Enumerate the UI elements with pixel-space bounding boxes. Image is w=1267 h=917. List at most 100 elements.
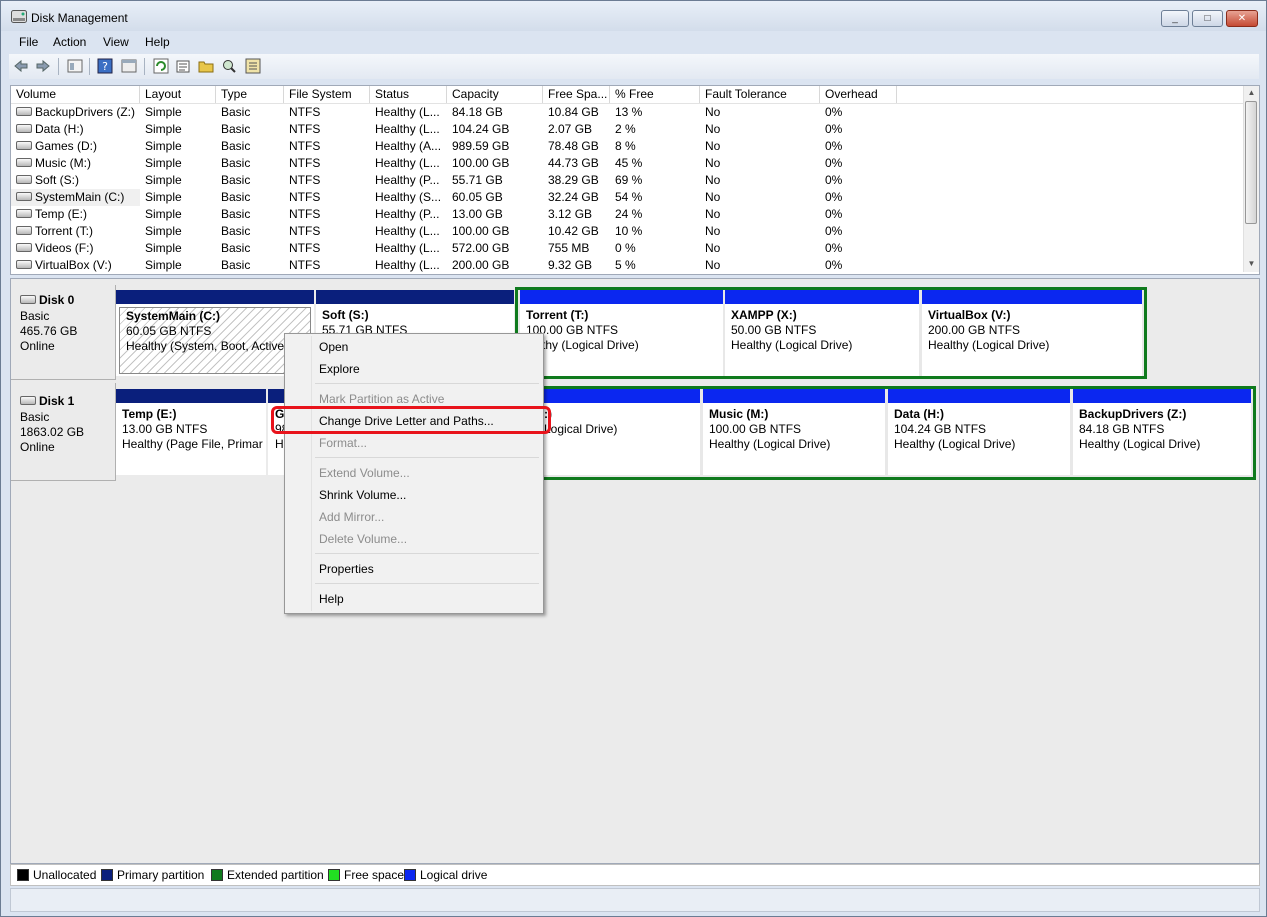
maximize-button[interactable]: □ [1192, 10, 1223, 27]
table-row[interactable]: Temp (E:) Simple Basic NTFS Healthy (P... 13.… [11, 206, 1243, 223]
menu-action[interactable]: Action [53, 35, 86, 49]
table-row[interactable]: Soft (S:) Simple Basic NTFS Healthy (P... 55.… [11, 172, 1243, 189]
volume-list-scrollbar[interactable]: ▲ ▼ [1243, 86, 1259, 272]
refresh-icon[interactable] [153, 58, 169, 74]
disk0-type: Basic [20, 309, 50, 323]
header-free-space[interactable]: Free Spa... [543, 86, 610, 103]
table-row[interactable]: VirtualBox (V:) Simple Basic NTFS Healthy (L… [11, 257, 1243, 274]
header-type[interactable]: Type [216, 86, 284, 103]
logical-drive-bar [922, 290, 1142, 304]
cell-name: Music (M:) [11, 155, 140, 172]
volume-name: Soft (S:) [35, 173, 80, 187]
partition-size: 13.00 GB NTFS [122, 422, 208, 436]
header-layout[interactable]: Layout [140, 86, 216, 103]
table-row[interactable]: SystemMain (C:) Simple Basic NTFS Healthy (S… [11, 189, 1243, 206]
partition-size: 100.00 GB NTFS [526, 323, 619, 337]
partition-backupdrivers[interactable]: BackupDrivers (Z:) 84.18 GB NTFS Healthy… [1073, 389, 1251, 475]
header-capacity[interactable]: Capacity [447, 86, 543, 103]
cell-type: Basic [221, 258, 251, 272]
cell-fault: No [705, 224, 721, 238]
partition-size: 104.24 GB NTFS [894, 422, 987, 436]
menu-item-explore[interactable]: Explore [319, 359, 360, 379]
cell-free: 755 MB [548, 241, 590, 255]
table-row[interactable]: Torrent (T:) Simple Basic NTFS Healthy (L...… [11, 223, 1243, 240]
search-volume-icon[interactable] [221, 58, 237, 74]
cell-fs: NTFS [289, 156, 321, 170]
cell-overhead: 0% [825, 207, 843, 221]
minimize-button[interactable]: _ [1161, 10, 1189, 27]
forward-icon[interactable] [35, 58, 51, 74]
header-overhead[interactable]: Overhead [820, 86, 897, 103]
disk0-state: Online [20, 339, 55, 353]
legend-label: Free space [344, 868, 405, 882]
volume-name: VirtualBox (V:) [35, 258, 112, 272]
console-icon[interactable] [121, 58, 137, 74]
partition-music[interactable]: Music (M:) 100.00 GB NTFS Healthy (Logic… [703, 389, 885, 475]
toolbar-separator [144, 58, 145, 75]
partition-videos[interactable]: :) Logical Drive) [542, 389, 700, 475]
menu-item-open[interactable]: Open [319, 337, 348, 357]
volume-list: Volume Layout Type File System Status Ca… [10, 85, 1260, 275]
menu-gutter [311, 336, 312, 611]
partition-torrent[interactable]: Torrent (T:) 100.00 GB NTFS ealthy (Logi… [520, 290, 723, 376]
partition-status: ealthy (Logical Drive) [526, 338, 639, 352]
cell-pct: 69 % [615, 173, 643, 187]
close-button[interactable]: ✕ [1226, 10, 1258, 27]
cell-capacity: 989.59 GB [452, 139, 510, 153]
cell-pct: 0 % [615, 241, 636, 255]
legend-logical: Logical drive [404, 868, 487, 882]
cell-layout: Simple [145, 190, 182, 204]
cell-capacity: 13.00 GB [452, 207, 503, 221]
partition-status: Healthy (Logical Drive) [894, 437, 1016, 451]
partition-data[interactable]: Data (H:) 104.24 GB NTFS Healthy (Logica… [888, 389, 1070, 475]
header-file-system[interactable]: File System [284, 86, 370, 103]
help-icon[interactable]: ? [97, 58, 113, 74]
cell-fs: NTFS [289, 258, 321, 272]
header-status[interactable]: Status [370, 86, 447, 103]
cell-type: Basic [221, 241, 251, 255]
table-row[interactable]: Music (M:) Simple Basic NTFS Healthy (L... 10… [11, 155, 1243, 172]
header-pct-free[interactable]: % Free [610, 86, 700, 103]
disk1-info[interactable]: Disk 1 Basic 1863.02 GB Online [11, 383, 116, 481]
settings-icon[interactable] [245, 58, 261, 74]
volume-name: BackupDrivers (Z:) [35, 105, 136, 119]
primary-partition-bar [116, 290, 314, 304]
menu-view[interactable]: View [103, 35, 129, 49]
cell-free: 9.32 GB [548, 258, 593, 272]
logical-drive-bar [542, 389, 700, 403]
menu-item-properties[interactable]: Properties [319, 559, 374, 579]
table-row[interactable]: Videos (F:) Simple Basic NTFS Healthy (L... 5… [11, 240, 1243, 257]
svg-text:?: ? [102, 60, 108, 73]
scroll-up-arrow[interactable]: ▲ [1244, 86, 1259, 100]
title-bar: Disk Management _ □ ✕ [1, 1, 1266, 31]
open-folder-icon[interactable] [198, 58, 214, 74]
properties-icon[interactable] [67, 58, 83, 74]
header-fault-tolerance[interactable]: Fault Tolerance [700, 86, 820, 103]
volume-name: SystemMain (C:) [35, 190, 125, 204]
menu-item-help[interactable]: Help [319, 589, 344, 609]
table-row[interactable]: BackupDrivers (Z:) Simple Basic NTFS Healthy… [11, 104, 1243, 121]
disk0-name: Disk 0 [39, 293, 75, 307]
cell-fs: NTFS [289, 173, 321, 187]
cell-name: Torrent (T:) [11, 223, 140, 240]
cell-name: Videos (F:) [11, 240, 140, 257]
menu-file[interactable]: File [19, 35, 38, 49]
table-row[interactable]: Games (D:) Simple Basic NTFS Healthy (A... 98… [11, 138, 1243, 155]
menu-help[interactable]: Help [145, 35, 170, 49]
menu-item-shrink-volume[interactable]: Shrink Volume... [319, 485, 406, 505]
cell-fs: NTFS [289, 122, 321, 136]
drive-icon [16, 141, 32, 151]
partition-xampp[interactable]: XAMPP (X:) 50.00 GB NTFS Healthy (Logica… [725, 290, 919, 376]
scroll-down-arrow[interactable]: ▼ [1244, 257, 1259, 271]
scroll-thumb[interactable] [1245, 101, 1257, 224]
back-icon[interactable] [13, 58, 29, 74]
legend-swatch [328, 868, 340, 881]
cell-type: Basic [221, 122, 251, 136]
properties-sheet-icon[interactable] [175, 58, 191, 74]
partition-temp[interactable]: Temp (E:) 13.00 GB NTFS Healthy (Page Fi… [116, 389, 266, 475]
disk0-info[interactable]: Disk 0 Basic 465.76 GB Online [11, 285, 116, 380]
partition-virtualbox[interactable]: VirtualBox (V:) 200.00 GB NTFS Healthy (… [922, 290, 1142, 376]
header-volume[interactable]: Volume [11, 86, 140, 103]
table-row[interactable]: Data (H:) Simple Basic NTFS Healthy (L... 104… [11, 121, 1243, 138]
cell-capacity: 100.00 GB [452, 224, 510, 238]
